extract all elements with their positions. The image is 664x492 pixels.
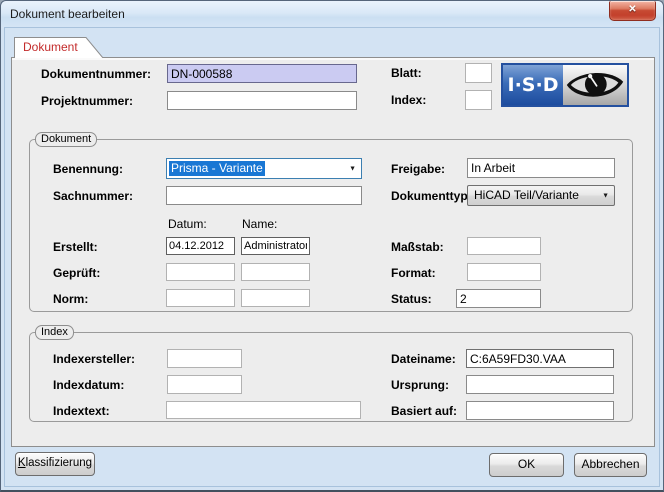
indextext-field[interactable] <box>166 401 361 419</box>
norm-datum-field[interactable] <box>166 289 235 307</box>
freigabe-label: Freigabe: <box>391 162 445 176</box>
isd-logo-text: I·S·D <box>508 74 559 96</box>
status-field[interactable] <box>456 289 541 308</box>
indextext-label: Indextext: <box>53 404 110 418</box>
abbrechen-button-label: Abbrechen <box>581 457 639 471</box>
massstab-label: Maßstab: <box>391 240 444 254</box>
dokumenttyp-selected-text: HiCAD Teil/Variante <box>474 188 579 202</box>
status-label: Status: <box>391 292 432 306</box>
tab-label: Dokument <box>23 40 78 54</box>
isd-logo-eye-panel <box>563 65 627 105</box>
dokument-group-caption: Dokument <box>35 132 97 147</box>
ok-button[interactable]: OK <box>489 453 564 477</box>
erstellt-datum-field[interactable] <box>166 237 235 255</box>
dateiname-label: Dateiname: <box>391 352 456 366</box>
sachnummer-field[interactable] <box>166 186 362 205</box>
ursprung-label: Ursprung: <box>391 378 449 392</box>
isd-logo: I·S·D <box>501 63 629 107</box>
dokumentnummer-label: Dokumentnummer: <box>41 67 151 81</box>
geprueft-name-field[interactable] <box>241 263 310 281</box>
klassifizierung-button-rest: lassifizierung <box>26 457 92 469</box>
benennung-label: Benennung: <box>53 162 123 176</box>
window-title: Dokument bearbeiten <box>10 7 125 21</box>
chevron-down-icon[interactable]: ▼ <box>602 192 609 199</box>
dokumenttyp-combobox[interactable]: HiCAD Teil/Variante ▼ <box>467 185 615 206</box>
projektnummer-field[interactable] <box>167 91 357 110</box>
dokumenttyp-label: Dokumenttyp: <box>391 189 472 203</box>
indexdatum-label: Indexdatum: <box>53 378 124 392</box>
sachnummer-label: Sachnummer: <box>53 189 133 203</box>
blatt-field[interactable] <box>465 63 492 83</box>
close-icon: ✕ <box>628 4 636 15</box>
index-field[interactable] <box>465 90 492 110</box>
blatt-label: Blatt: <box>391 66 422 80</box>
projektnummer-label: Projektnummer: <box>41 94 133 108</box>
erstellt-name-field[interactable] <box>241 237 310 255</box>
geprueft-datum-field[interactable] <box>166 263 235 281</box>
basiert-auf-label: Basiert auf: <box>391 404 457 418</box>
norm-name-field[interactable] <box>241 289 310 307</box>
ursprung-field[interactable] <box>466 375 614 394</box>
indexersteller-field[interactable] <box>167 349 242 368</box>
benennung-selected-text: Prisma - Variante <box>169 161 265 176</box>
norm-label: Norm: <box>53 292 88 306</box>
dateiname-field[interactable] <box>466 349 614 368</box>
indexdatum-field[interactable] <box>167 375 242 394</box>
datum-column-header: Datum: <box>168 217 207 231</box>
dokumentnummer-field[interactable] <box>167 64 357 83</box>
index-group-caption: Index <box>35 325 74 340</box>
format-field[interactable] <box>467 263 541 281</box>
close-button[interactable]: ✕ <box>609 1 656 21</box>
format-label: Format: <box>391 266 436 280</box>
name-column-header: Name: <box>242 217 277 231</box>
erstellt-label: Erstellt: <box>53 240 98 254</box>
abbrechen-button[interactable]: Abbrechen <box>574 453 647 477</box>
ok-button-label: OK <box>518 457 535 471</box>
dialog-dokument-bearbeiten: Dokument bearbeiten ✕ Dokument Dokumentn… <box>0 0 664 492</box>
isd-logo-blue-panel: I·S·D <box>503 65 563 105</box>
geprueft-label: Geprüft: <box>53 266 100 280</box>
eye-icon <box>566 67 624 103</box>
chevron-down-icon[interactable]: ▼ <box>349 165 356 172</box>
index-label: Index: <box>391 93 426 107</box>
indexersteller-label: Indexersteller: <box>53 352 135 366</box>
basiert-auf-field[interactable] <box>466 401 614 420</box>
tab-dokument[interactable]: Dokument <box>14 36 104 58</box>
benennung-combobox[interactable]: Prisma - Variante ▼ <box>166 158 362 179</box>
klassifizierung-button-initial: K <box>18 457 26 469</box>
klassifizierung-button[interactable]: Klassifizierung <box>15 452 95 476</box>
massstab-field[interactable] <box>467 237 541 255</box>
titlebar[interactable]: Dokument bearbeiten ✕ <box>1 1 663 28</box>
freigabe-field[interactable] <box>467 158 615 178</box>
